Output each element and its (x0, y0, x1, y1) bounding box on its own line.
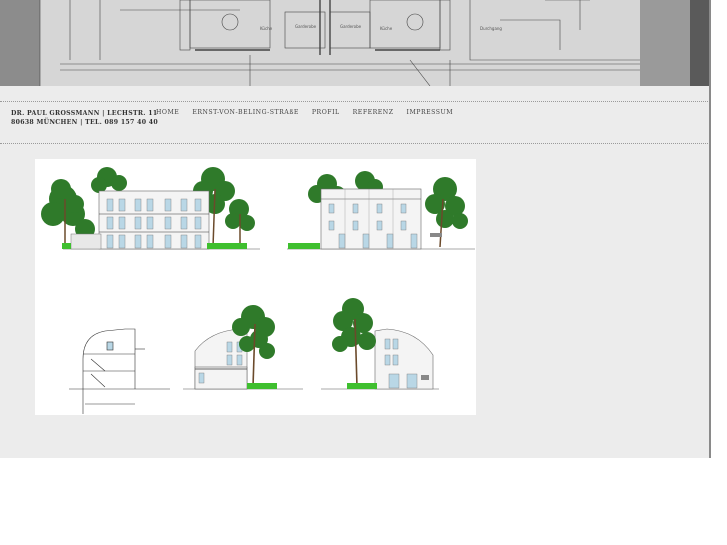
blueprint-header-image: Küche Garderobe Garderobe Küche Durchgan… (0, 0, 710, 86)
navigation-bar: DR. PAUL GROSSMANN | LECHSTR. 11 80638 M… (0, 103, 710, 143)
nav-impressum[interactable]: IMPRESSUM (407, 109, 454, 116)
company-phone-line: 80638 MÜNCHEN | TEL. 089 157 40 40 (11, 119, 158, 126)
main-menu: HOME ERNST-VON-BELING-STRAßE PROFIL REFE… (156, 109, 466, 116)
svg-text:Durchgang: Durchgang (480, 26, 502, 31)
nav-home[interactable]: HOME (156, 109, 179, 116)
company-address-line: DR. PAUL GROSSMANN | LECHSTR. 11 (11, 110, 158, 117)
top-dotted-divider (0, 101, 710, 102)
nav-referenz[interactable]: REFERENZ (353, 109, 394, 116)
svg-text:Garderobe: Garderobe (340, 24, 362, 29)
svg-text:Küche: Küche (260, 26, 273, 31)
svg-text:Garderobe: Garderobe (295, 24, 317, 29)
company-info: DR. PAUL GROSSMANN | LECHSTR. 11 80638 M… (11, 109, 158, 127)
site-container: Küche Garderobe Garderobe Küche Durchgan… (0, 0, 710, 458)
architecture-elevations-image (35, 159, 476, 415)
svg-text:Küche: Küche (380, 26, 393, 31)
nav-ernst-von-beling-strasse[interactable]: ERNST-VON-BELING-STRAßE (192, 109, 299, 116)
bottom-dotted-divider (0, 143, 710, 144)
nav-profil[interactable]: PROFIL (312, 109, 340, 116)
right-edge-border (709, 0, 711, 458)
